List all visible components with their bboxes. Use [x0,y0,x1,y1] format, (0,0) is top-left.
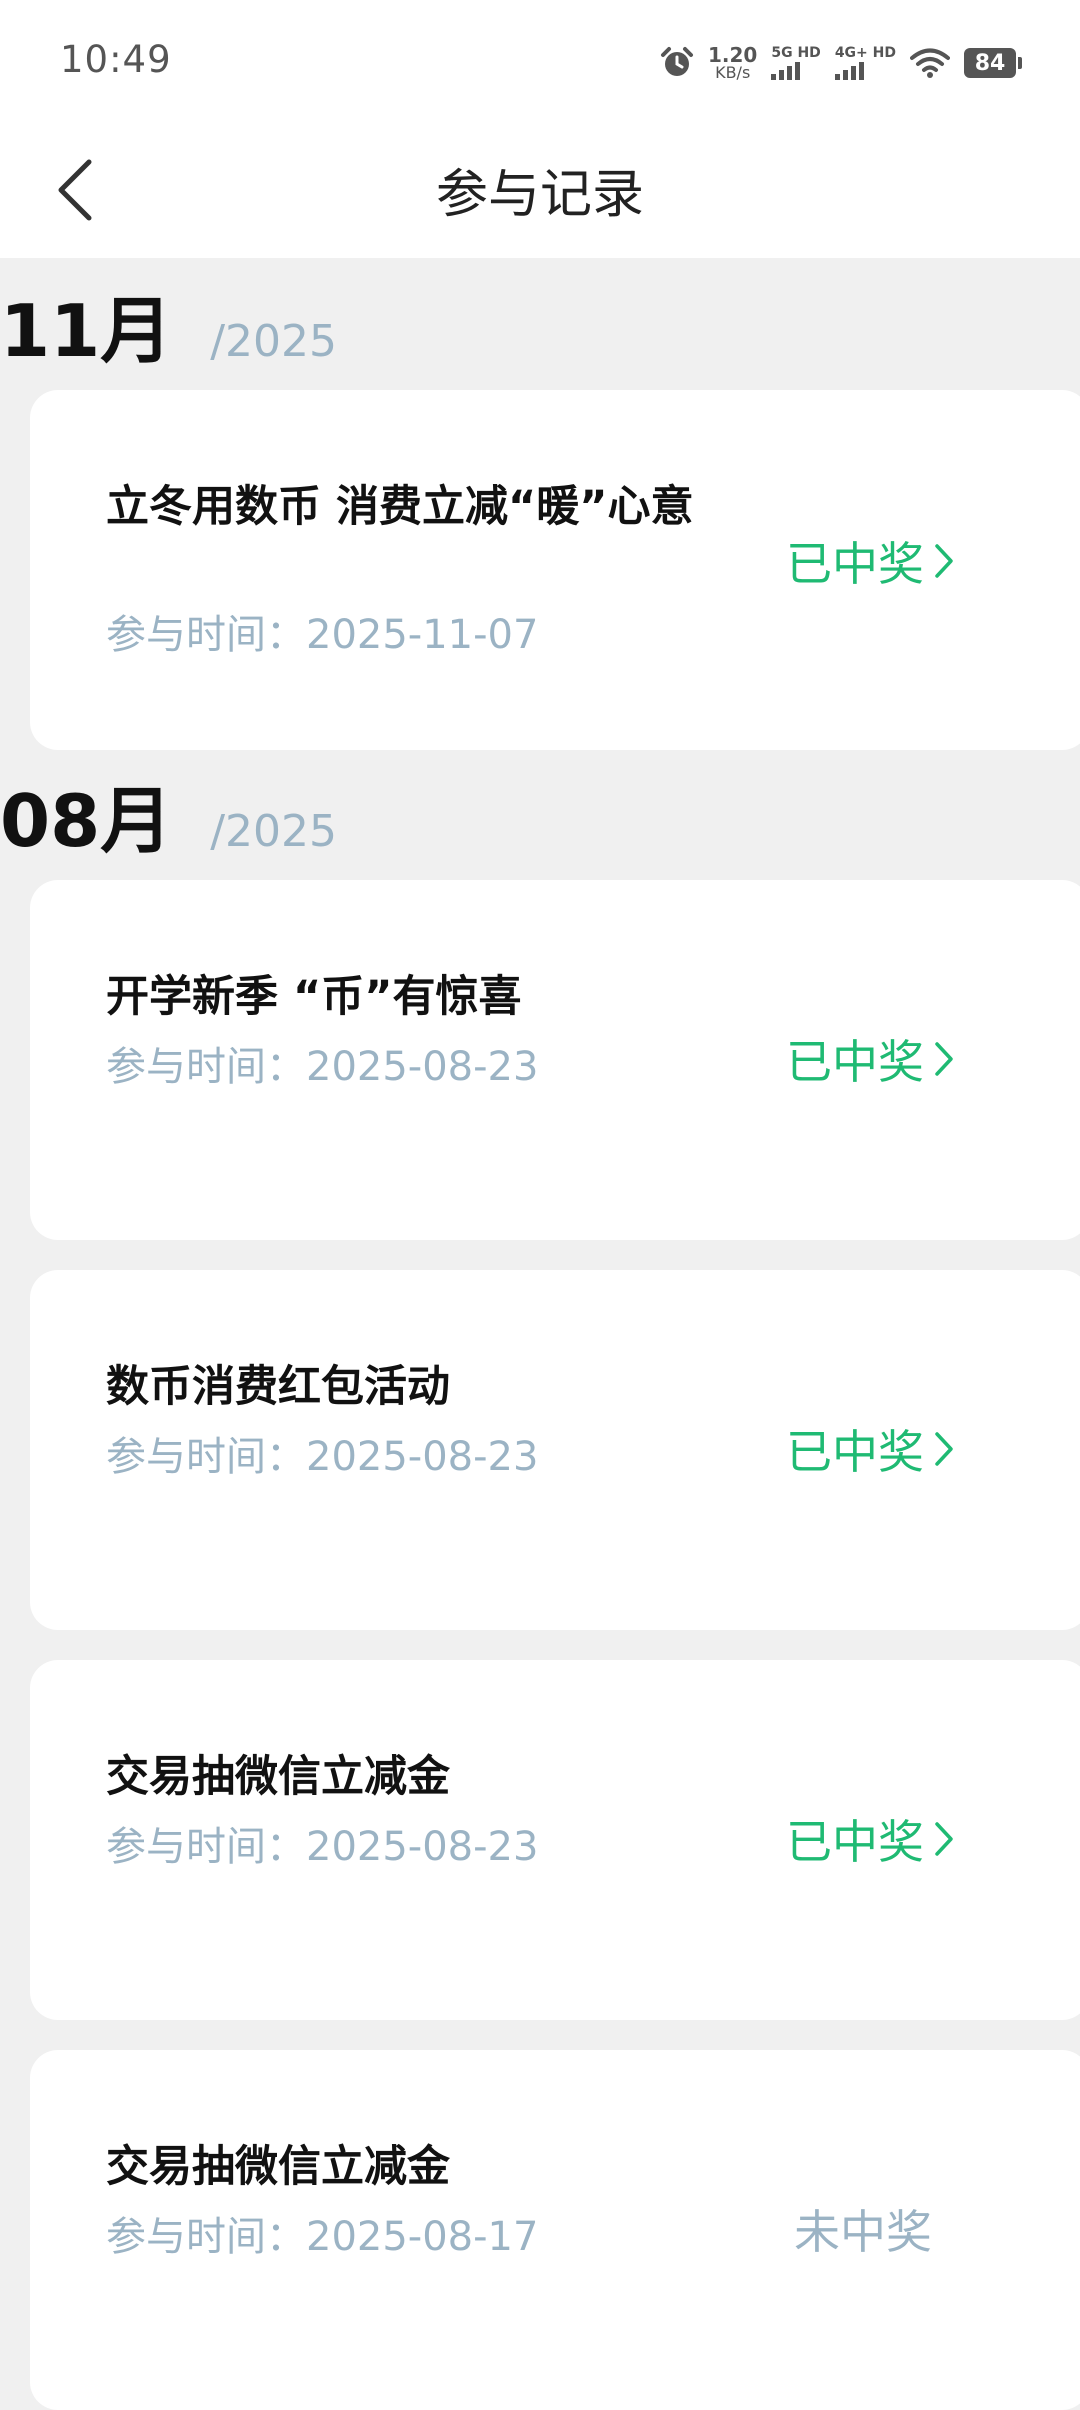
status-time: 10:49 [60,38,172,81]
battery-tip [1018,57,1022,69]
signal-bars-icon [834,62,864,80]
month-header: 11月 /2025 [0,272,337,377]
record-card[interactable]: 交易抽微信立减金 参与时间：2025-08-23 已中奖 [30,1660,1080,2020]
record-status-label: 未中奖 [794,2205,932,2259]
record-status-label: 已中奖 [786,537,924,591]
network-speed-value: 1.20 [708,43,758,67]
wifi-icon [910,47,950,79]
app-header: 参与记录 [0,130,1080,258]
record-time: 参与时间：2025-08-17 [106,2214,539,2260]
record-title: 开学新季 “币”有惊喜 [106,972,522,1022]
record-card[interactable]: 交易抽微信立减金 参与时间：2025-08-17 未中奖 [30,2050,1080,2410]
record-card[interactable]: 立冬用数币 消费立减“暖”心意 参与时间：2025-11-07 已中奖 [30,390,1080,750]
network-speed: 1.20 KB/s [708,45,757,81]
chevron-right-icon [935,1822,953,1856]
status-bar: 10:49 1.20 KB/s 5G HD 4G+ HD 84 [0,0,1080,130]
signal-bars-icon [771,62,801,80]
sim1-signal: 5G HD [771,45,821,80]
record-time: 参与时间：2025-08-23 [106,1824,539,1870]
month-label: 08月 [0,779,173,863]
record-time: 参与时间：2025-08-23 [106,1044,539,1090]
record-status-won[interactable]: 已中奖 [786,528,954,594]
record-time: 参与时间：2025-11-07 [106,612,539,658]
record-card[interactable]: 开学新季 “币”有惊喜 参与时间：2025-08-23 已中奖 [30,880,1080,1240]
record-title: 数币消费红包活动 [106,1362,450,1412]
record-status-label: 已中奖 [786,1815,924,1869]
record-status-won[interactable]: 已中奖 [786,1806,954,1872]
chevron-right-icon [935,1042,953,1076]
record-status-label: 已中奖 [786,1035,924,1089]
sim1-signal-label: 5G HD [771,45,821,61]
page-title: 参与记录 [435,165,644,225]
chevron-right-icon [935,1432,953,1466]
battery-indicator: 84 [964,48,1022,78]
network-speed-unit: KB/s [715,63,751,82]
sim2-signal-label: 4G+ HD [834,45,896,61]
record-status-lost: 未中奖 [794,2196,932,2262]
record-title: 立冬用数币 消费立减“暖”心意 [106,482,694,532]
record-status-won[interactable]: 已中奖 [786,1416,954,1482]
sim2-signal: 4G+ HD [834,45,896,80]
chevron-right-icon [935,544,953,578]
record-title: 交易抽微信立减金 [106,2142,450,2192]
year-label: /2025 [210,806,338,857]
alarm-clock-icon [660,46,694,80]
record-card[interactable]: 数币消费红包活动 参与时间：2025-08-23 已中奖 [30,1270,1080,1630]
record-status-won[interactable]: 已中奖 [786,1026,954,1092]
year-label: /2025 [210,316,338,367]
status-icons: 1.20 KB/s 5G HD 4G+ HD 84 [660,40,1022,86]
month-header: 08月 /2025 [0,762,337,867]
record-title: 交易抽微信立减金 [106,1752,450,1802]
record-status-label: 已中奖 [786,1425,924,1479]
battery-level: 84 [964,48,1016,78]
record-time: 参与时间：2025-08-23 [106,1434,539,1480]
month-label: 11月 [0,289,173,373]
